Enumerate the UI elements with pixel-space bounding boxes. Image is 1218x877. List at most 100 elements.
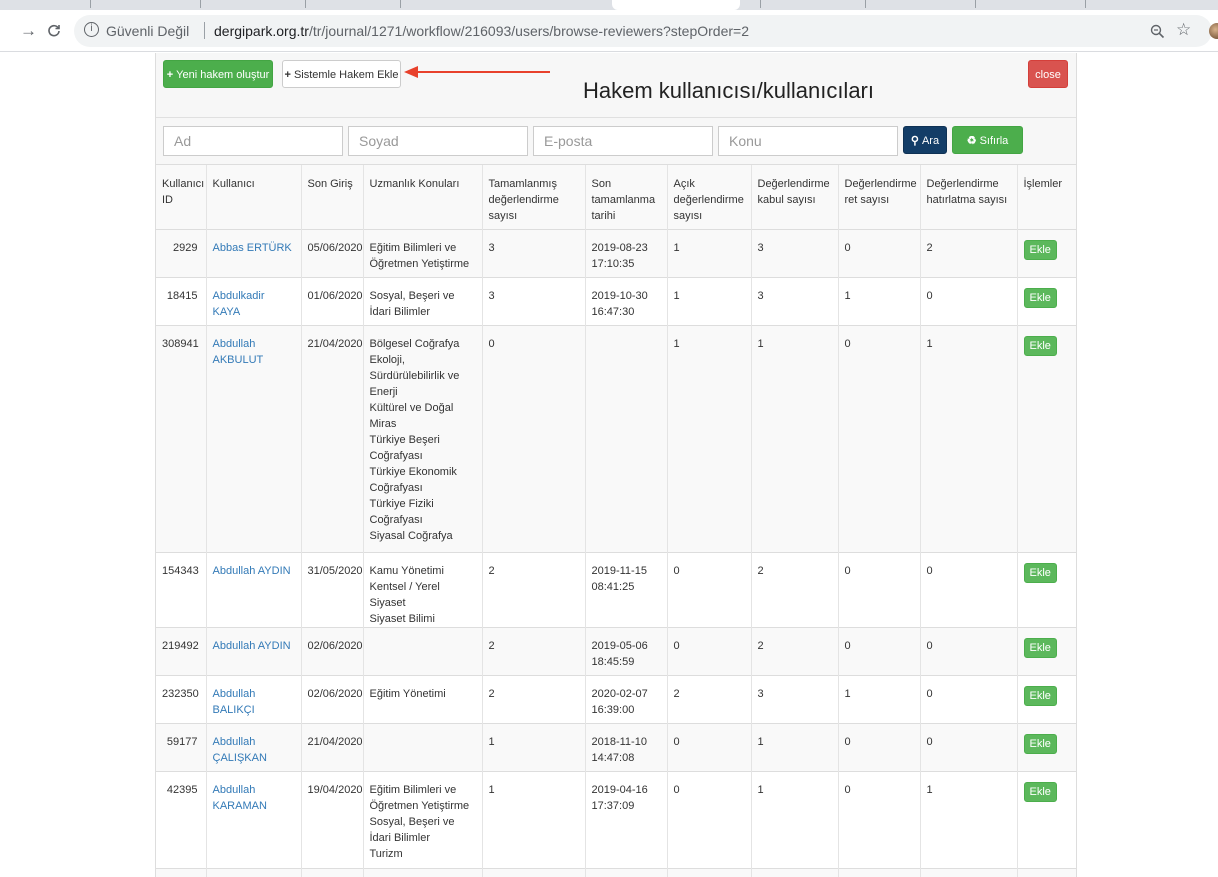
user-link[interactable]: Abdullah KELKİT [205, 868, 301, 877]
cell-accepted: 3 [750, 277, 838, 326]
zoom-icon[interactable] [1150, 24, 1165, 39]
topic-item: Türkiye Beşeri Coğrafyası [369, 434, 440, 462]
address-bar[interactable]: i Güvenli Değil dergipark.org.tr/tr/jour… [74, 15, 1212, 47]
cell-user-id: 12821 [156, 868, 206, 877]
topic-item: Kentsel / Yerel Siyaset [369, 581, 440, 609]
cell-last-completed: 2019-11-15 08:41:25 [584, 552, 667, 628]
cell-topics: Sosyal, Beşeri ve İdari Bilimler [362, 277, 482, 326]
cell-user-id: 154343 [156, 552, 206, 628]
tab-separator [975, 0, 976, 8]
topic-item: Siyasal Coğrafya [369, 530, 453, 542]
tab-separator [90, 0, 91, 8]
cell-open: 1 [666, 277, 751, 326]
tab-separator [305, 0, 306, 8]
user-link[interactable]: Abdullah AYDIN [205, 627, 301, 676]
cell-user-id: 308941 [156, 325, 206, 553]
header-topics: Uzmanlık Konuları [362, 164, 482, 230]
cell-rejected: 0 [837, 325, 920, 553]
browser-toolbar: → i Güvenli Değil dergipark.org.tr/tr/jo… [0, 10, 1218, 52]
cell-last-completed: 2018-11-10 14:47:08 [584, 723, 667, 772]
cell-rejected: 0 [837, 627, 920, 676]
cell-topics: Çevre Bilimleri ve [362, 868, 482, 877]
close-button[interactable]: close [1028, 60, 1068, 88]
user-link[interactable]: Abdulkadir KAYA [205, 277, 301, 326]
cell-actions: Ekle [1016, 229, 1076, 278]
cell-user-id: 2929 [156, 229, 206, 278]
reload-icon[interactable] [47, 24, 61, 38]
topic-item: Kültürel ve Doğal Miras [369, 402, 454, 430]
table-row: 42395 Abdullah KARAMAN 19/04/2020 Eğitim Bi… [156, 771, 1076, 869]
header-actions: İşlemler [1016, 164, 1076, 230]
cell-actions: Ekle [1016, 723, 1076, 772]
tab-separator [865, 0, 866, 8]
cell-last-login: 15/05/2020 [300, 868, 363, 877]
topic-item: Eğitim Yönetimi [369, 688, 446, 700]
cell-reminders: 0 [919, 277, 1017, 326]
cell-user-id: 219492 [156, 627, 206, 676]
add-reviewer-button[interactable]: Ekle [1023, 336, 1057, 356]
user-link[interactable]: Abbas ERTÜRK [205, 229, 301, 278]
topic-item: Eğitim Bilimleri ve Öğretmen Yetiştirme [369, 784, 470, 812]
table-row: 18415 Abdulkadir KAYA 01/06/2020 Sosyal, Be… [156, 277, 1076, 326]
cell-open: 2 [666, 675, 751, 724]
security-label[interactable]: Güvenli Değil [106, 23, 189, 39]
add-reviewer-button[interactable]: Ekle [1023, 563, 1057, 583]
forward-arrow-icon[interactable]: → [20, 22, 37, 39]
plus-icon: + [284, 69, 291, 81]
topic-item: Türkiye Fiziki Coğrafyası [369, 498, 434, 526]
topic-search-input[interactable] [718, 126, 898, 156]
profile-avatar[interactable] [1209, 23, 1218, 39]
new-reviewer-button[interactable]: + Yeni hakem oluştur [163, 60, 273, 88]
add-reviewer-button[interactable]: Ekle [1023, 782, 1057, 802]
cell-last-completed: 2019-05-06 18:45:59 [584, 627, 667, 676]
cell-actions: Ekle [1016, 627, 1076, 676]
cell-actions: Ekle [1016, 771, 1076, 869]
surname-search-input[interactable] [348, 126, 528, 156]
name-search-input[interactable] [163, 126, 343, 156]
info-icon[interactable]: i [84, 22, 99, 37]
user-link[interactable]: Abdullah BALIKÇI [205, 675, 301, 724]
topic-item: Sosyal, Beşeri ve İdari Bilimler [369, 290, 455, 318]
cell-actions: Ekle [1016, 868, 1076, 877]
user-link[interactable]: Abdullah AYDIN [205, 552, 301, 628]
cell-last-login: 31/05/2020 [300, 552, 363, 628]
bookmark-star-icon[interactable]: ☆ [1176, 20, 1191, 40]
table-row: 12821Abdullah KELKİT15/05/2020Çevre Bili… [156, 868, 1076, 877]
cell-reminders: 1 [919, 771, 1017, 869]
cell-completed: 2 [481, 675, 585, 724]
user-link[interactable]: Abdullah AKBULUT [205, 325, 301, 553]
cell-last-login: 21/04/2020 [300, 325, 363, 553]
topic-item: Sosyal, Beşeri ve İdari Bilimler [369, 816, 455, 844]
cell-reminders: 0 [919, 868, 1017, 877]
user-link[interactable]: Abdullah KARAMAN [205, 771, 301, 869]
tab-separator [760, 0, 761, 8]
cell-last-login: 19/04/2020 [300, 771, 363, 869]
table-row: 2929 Abbas ERTÜRK 05/06/2020 Eğitim Bilimle… [156, 229, 1076, 278]
header-rejected: Değerlendirme ret sayısı [837, 164, 920, 230]
add-reviewer-button[interactable]: Ekle [1023, 638, 1057, 658]
active-tab[interactable] [612, 0, 740, 10]
cell-accepted: 1 [750, 771, 838, 869]
user-link[interactable]: Abdullah ÇALIŞKAN [205, 723, 301, 772]
add-system-reviewer-button[interactable]: + Sistemle Hakem Ekle [282, 60, 401, 88]
cell-topics [362, 627, 482, 676]
reset-button[interactable]: ♻ Sıfırla [952, 126, 1023, 154]
search-button[interactable]: ⚲ Ara [903, 126, 947, 154]
cell-rejected: 0 [837, 552, 920, 628]
tab-separator [400, 0, 401, 8]
cell-reminders: 0 [919, 675, 1017, 724]
email-search-input[interactable] [533, 126, 713, 156]
add-reviewer-button[interactable]: Ekle [1023, 734, 1057, 754]
cell-last-completed: 2020-02-07 16:39:00 [584, 675, 667, 724]
add-reviewer-button[interactable]: Ekle [1023, 288, 1057, 308]
new-reviewer-label: Yeni hakem oluştur [176, 69, 270, 81]
url-text[interactable]: dergipark.org.tr/tr/journal/1271/workflo… [214, 23, 749, 39]
cell-last-completed: 2019-04-16 17:37:09 [584, 771, 667, 869]
tab-separator [1085, 0, 1086, 8]
add-reviewer-button[interactable]: Ekle [1023, 686, 1057, 706]
cell-reminders: 0 [919, 627, 1017, 676]
table-row: 154343 Abdullah AYDIN 31/05/2020 Kamu Yönet… [156, 552, 1076, 628]
tab-separator [200, 0, 201, 8]
add-reviewer-button[interactable]: Ekle [1023, 240, 1057, 260]
cell-open: 0 [666, 627, 751, 676]
